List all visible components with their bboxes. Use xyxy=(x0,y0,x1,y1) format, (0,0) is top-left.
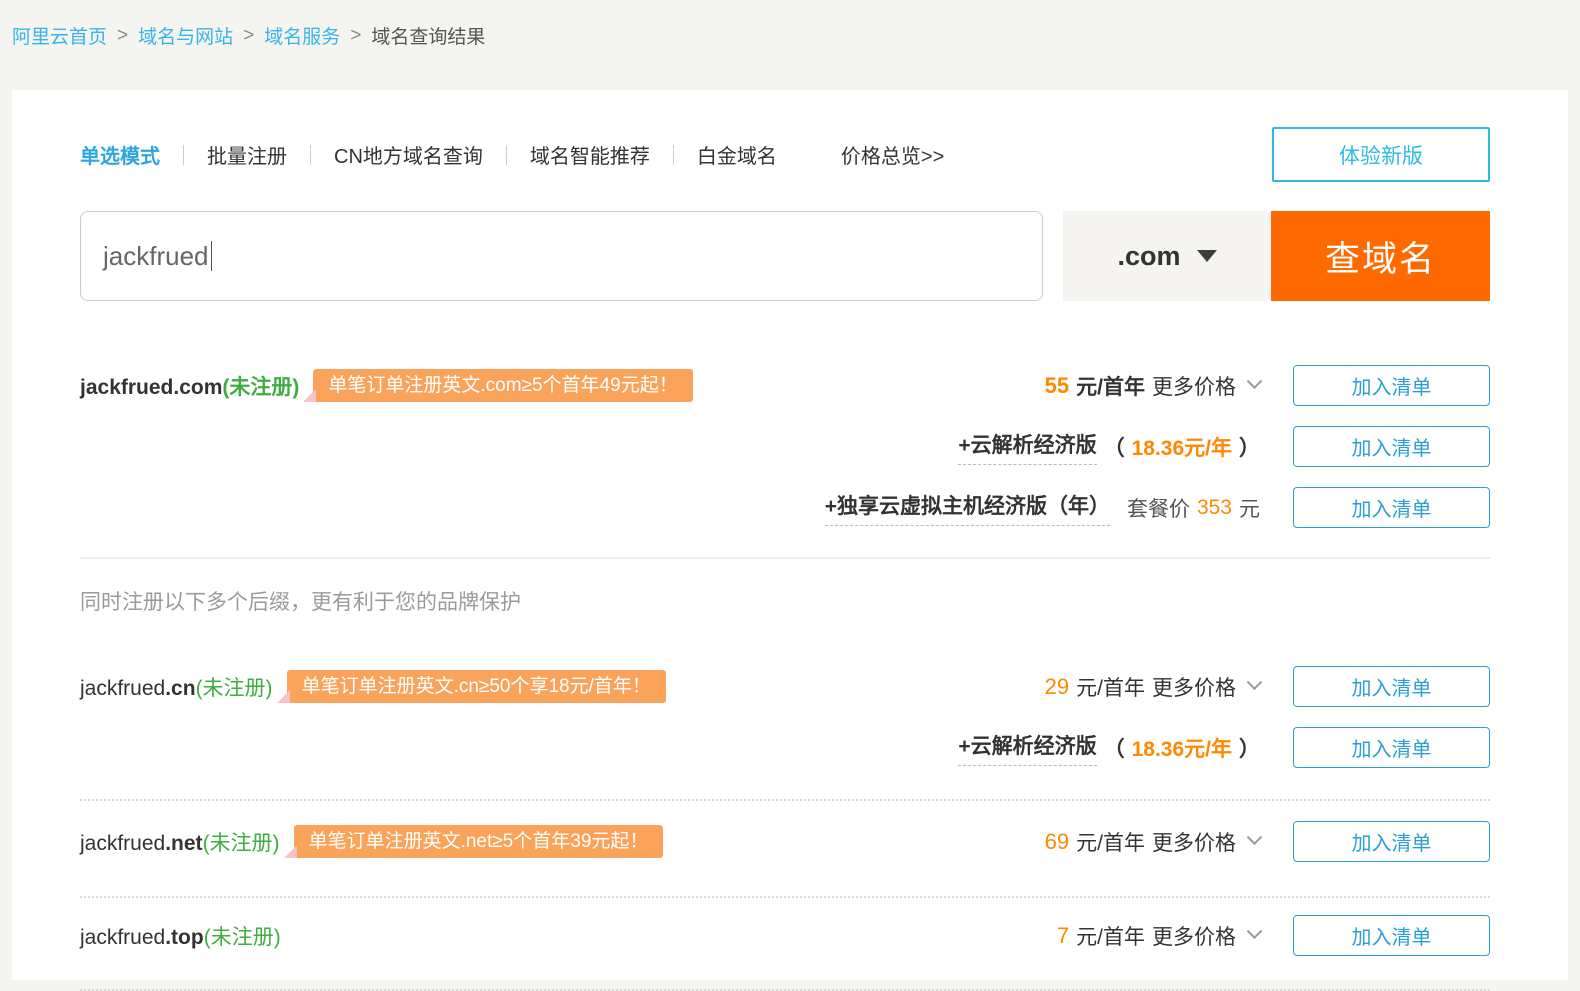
row-divider xyxy=(80,799,1490,801)
add-to-list-button[interactable]: 加入清单 xyxy=(1293,727,1490,768)
price-value: 55 xyxy=(1045,373,1069,399)
addon-label[interactable]: +独享云虚拟主机经济版（年） xyxy=(825,490,1110,526)
text-cursor xyxy=(211,241,212,271)
addon-label[interactable]: +云解析经济版 xyxy=(958,730,1096,766)
price-info: 55 元/首年 更多价格 xyxy=(1045,371,1260,401)
search-domain-button[interactable]: 查域名 xyxy=(1271,211,1490,301)
tab-cn-local-query[interactable]: CN地方域名查询 xyxy=(334,140,483,169)
price-unit: 元/首年 xyxy=(1076,921,1145,951)
try-new-version-button[interactable]: 体验新版 xyxy=(1272,127,1490,182)
price-info: 69 元/首年 更多价格 xyxy=(1045,827,1260,857)
add-to-list-button[interactable]: 加入清单 xyxy=(1293,487,1490,528)
tab-divider xyxy=(310,145,311,165)
status-unregistered: (未注册) xyxy=(204,926,281,949)
price-unit: 元/首年 xyxy=(1076,371,1145,401)
tab-batch-register[interactable]: 批量注册 xyxy=(207,140,287,169)
brand-protection-note: 同时注册以下多个后缀，更有利于您的品牌保护 xyxy=(80,586,1490,616)
addon-info: +独享云虚拟主机经济版（年） 套餐价 353 元 xyxy=(825,490,1260,526)
domain-result-row-com: jackfrued.com(未注册) 单笔订单注册英文.com≥5个首年49元起… xyxy=(80,365,1490,406)
tab-single-mode[interactable]: 单选模式 xyxy=(80,140,160,169)
more-prices-link[interactable]: 更多价格 xyxy=(1152,827,1236,857)
section-divider xyxy=(80,557,1490,559)
breadcrumb-separator: > xyxy=(117,25,128,47)
chevron-down-icon[interactable] xyxy=(1247,674,1263,690)
breadcrumb-current: 域名查询结果 xyxy=(371,22,485,49)
status-unregistered: (未注册) xyxy=(196,677,273,700)
row-divider xyxy=(80,896,1490,898)
chevron-down-icon[interactable] xyxy=(1247,373,1263,389)
package-price-label: 套餐价 xyxy=(1127,493,1190,523)
breadcrumb-link-home[interactable]: 阿里云首页 xyxy=(12,22,107,49)
addon-price: 18.36元/年 xyxy=(1132,432,1232,462)
tab-platinum-domain[interactable]: 白金域名 xyxy=(697,140,777,169)
add-to-list-button[interactable]: 加入清单 xyxy=(1293,821,1490,862)
package-price-value: 353 xyxy=(1197,496,1232,520)
price-info: 29 元/首年 更多价格 xyxy=(1045,672,1260,702)
more-prices-link[interactable]: 更多价格 xyxy=(1152,371,1236,401)
addon-row-dns: +云解析经济版（18.36元/年） 加入清单 xyxy=(80,426,1490,467)
chevron-down-icon[interactable] xyxy=(1247,829,1263,845)
domain-name: jackfrued.com(未注册) xyxy=(80,371,299,401)
chevron-down-icon[interactable] xyxy=(1247,923,1263,939)
domain-result-row-top: jackfrued.top(未注册) 7 元/首年 更多价格 加入清单 xyxy=(80,915,1490,956)
more-prices-link[interactable]: 更多价格 xyxy=(1152,921,1236,951)
addon-info: +云解析经济版（18.36元/年） xyxy=(958,429,1260,465)
tab-divider xyxy=(183,145,184,165)
package-price-unit: 元 xyxy=(1239,493,1260,523)
more-prices-link[interactable]: 更多价格 xyxy=(1152,672,1236,702)
addon-label[interactable]: +云解析经济版 xyxy=(958,429,1096,465)
search-input[interactable]: jackfrued xyxy=(80,211,1043,301)
tld-selected-value: .com xyxy=(1117,241,1180,272)
status-unregistered: (未注册) xyxy=(203,832,280,855)
domain-result-row-net: jackfrued.net(未注册) 单笔订单注册英文.net≥5个首年39元起… xyxy=(80,821,1490,862)
breadcrumb-separator: > xyxy=(243,25,254,47)
promo-badge: 单笔订单注册英文.net≥5个首年39元起！ xyxy=(294,825,664,858)
domain-search-bar: jackfrued .com 查域名 xyxy=(80,211,1490,301)
domain-name: jackfrued.top(未注册) xyxy=(80,921,281,951)
promo-badge: 单笔订单注册英文.com≥5个首年49元起！ xyxy=(313,369,692,402)
price-value: 69 xyxy=(1045,829,1069,855)
addon-price: 18.36元/年 xyxy=(1132,733,1232,763)
breadcrumb: 阿里云首页 > 域名与网站 > 域名服务 > 域名查询结果 xyxy=(0,0,1580,49)
price-unit: 元/首年 xyxy=(1076,672,1145,702)
price-unit: 元/首年 xyxy=(1076,827,1145,857)
addon-row-dns: +云解析经济版（18.36元/年） 加入清单 xyxy=(80,727,1490,768)
domain-result-row-cn: jackfrued.cn(未注册) 单笔订单注册英文.cn≥50个享18元/首年… xyxy=(80,666,1490,707)
addon-info: +云解析经济版（18.36元/年） xyxy=(958,730,1260,766)
search-input-value: jackfrued xyxy=(103,241,209,272)
price-value: 7 xyxy=(1057,923,1069,949)
tab-divider xyxy=(673,145,674,165)
tld-select[interactable]: .com xyxy=(1063,211,1271,301)
add-to-list-button[interactable]: 加入清单 xyxy=(1293,365,1490,406)
add-to-list-button[interactable]: 加入清单 xyxy=(1293,426,1490,467)
status-unregistered: (未注册) xyxy=(222,376,299,399)
add-to-list-button[interactable]: 加入清单 xyxy=(1293,915,1490,956)
tab-smart-recommend[interactable]: 域名智能推荐 xyxy=(530,140,650,169)
dropdown-arrow-icon xyxy=(1197,250,1217,262)
promo-badge: 单笔订单注册英文.cn≥50个享18元/首年！ xyxy=(287,670,666,703)
main-card: 单选模式 批量注册 CN地方域名查询 域名智能推荐 白金域名 价格总览>> 体验… xyxy=(12,90,1568,980)
domain-name: jackfrued.net(未注册) xyxy=(80,827,280,857)
breadcrumb-link-domain-website[interactable]: 域名与网站 xyxy=(138,22,233,49)
price-info: 7 元/首年 更多价格 xyxy=(1057,921,1260,951)
price-overview-link[interactable]: 价格总览>> xyxy=(841,140,944,169)
breadcrumb-link-domain-service[interactable]: 域名服务 xyxy=(264,22,340,49)
tab-divider xyxy=(506,145,507,165)
domain-name: jackfrued.cn(未注册) xyxy=(80,672,273,702)
addon-row-host: +独享云虚拟主机经济版（年） 套餐价 353 元 加入清单 xyxy=(80,487,1490,528)
add-to-list-button[interactable]: 加入清单 xyxy=(1293,666,1490,707)
breadcrumb-separator: > xyxy=(350,25,361,47)
price-value: 29 xyxy=(1045,674,1069,700)
